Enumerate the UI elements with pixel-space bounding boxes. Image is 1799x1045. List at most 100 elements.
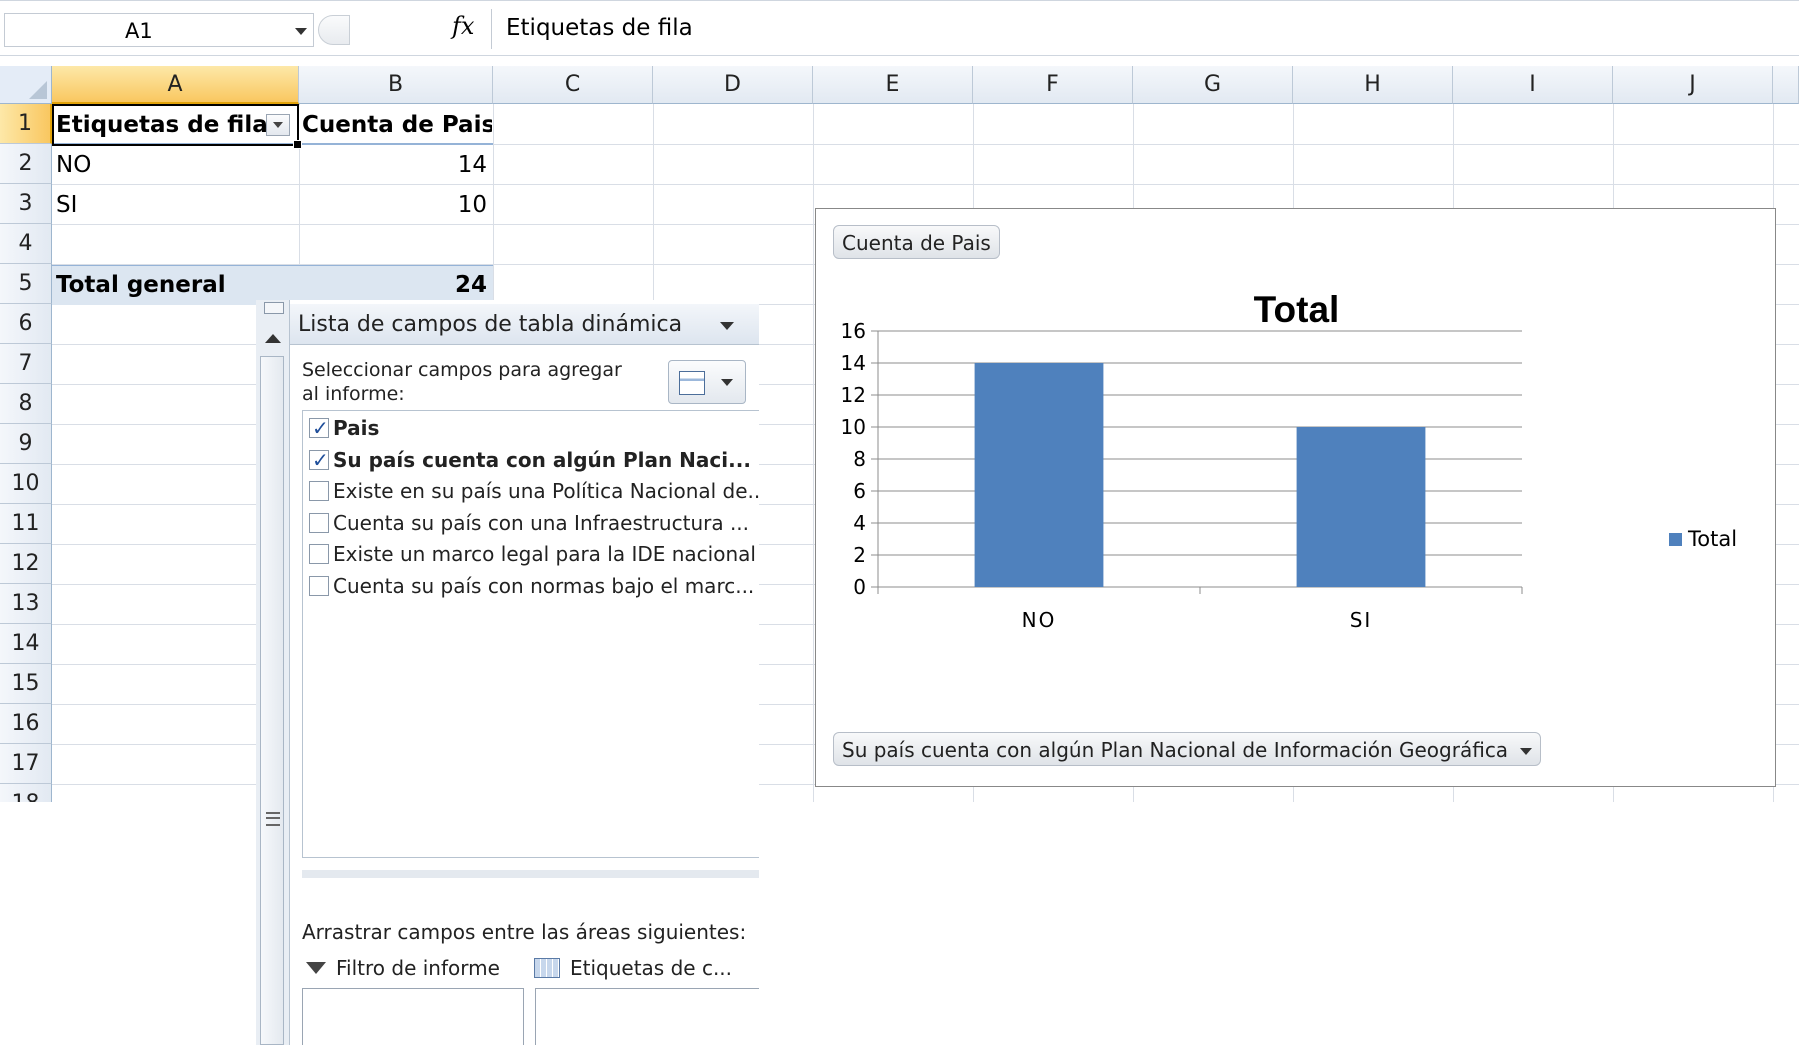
pivot-total-value[interactable]: 24 — [299, 265, 493, 305]
row-header-8[interactable]: 8 — [0, 384, 52, 424]
formula-bar-separator — [491, 9, 492, 49]
y-tick-label: 14 — [841, 351, 866, 375]
column-labels-label: Etiquetas de c... — [570, 956, 733, 980]
row-header-2[interactable]: 2 — [0, 144, 52, 184]
name-box-dropdown-icon[interactable] — [295, 28, 307, 35]
select-all-corner[interactable] — [0, 66, 52, 104]
insert-function-icon[interactable]: fx — [452, 12, 474, 40]
row-header-3[interactable]: 3 — [0, 184, 52, 224]
row-header-1[interactable]: 1 — [0, 104, 52, 144]
column-labels-area-label: Etiquetas de c... — [534, 956, 732, 980]
row-header-4[interactable]: 4 — [0, 224, 52, 264]
layout-icon — [679, 371, 705, 395]
field-item-plan-nacional[interactable]: Su país cuenta con algún Plan Naci... — [309, 445, 751, 475]
checkbox-plan-nacional[interactable] — [309, 445, 329, 475]
field-item-normas[interactable]: Cuenta su país con normas bajo el marc..… — [309, 571, 754, 601]
pivot-value-header[interactable]: Cuenta de Pais — [302, 105, 492, 145]
axis-field-dropdown-icon[interactable] — [1520, 748, 1533, 755]
active-cell-a1[interactable] — [52, 104, 302, 149]
field-label: Cuenta su país con una Infraestructura .… — [333, 511, 750, 535]
field-label: Existe en su país una Política Nacional … — [333, 479, 759, 503]
row-header-14[interactable]: 14 — [0, 624, 52, 664]
row-header-13[interactable]: 13 — [0, 584, 52, 624]
pane-scrollbar[interactable] — [256, 300, 290, 1045]
pivot-chart[interactable]: Cuenta de Pais Total 0 2 4 6 8 10 12 14 16 NO SI T… — [815, 208, 1776, 787]
column-header-g[interactable]: G — [1133, 66, 1293, 104]
column-header-b[interactable]: B — [299, 66, 493, 104]
row-header-10[interactable]: 10 — [0, 464, 52, 504]
chart-plot-area[interactable]: 0 2 4 6 8 10 12 14 16 NO SI — [816, 209, 1777, 788]
row-header-15[interactable]: 15 — [0, 664, 52, 704]
axis-field-button[interactable]: Su país cuenta con algún Plan Nacional d… — [833, 732, 1542, 766]
checkbox-pais[interactable] — [309, 413, 329, 443]
pane-grip-icon[interactable] — [264, 302, 284, 314]
pivot-total-label[interactable]: Total general — [56, 265, 296, 305]
column-labels-drop-zone[interactable] — [535, 988, 759, 1045]
row-header-9[interactable]: 9 — [0, 424, 52, 464]
pivot-row-label-si[interactable]: SI — [56, 185, 296, 225]
column-header-i[interactable]: I — [1453, 66, 1613, 104]
field-label: Pais — [333, 416, 380, 440]
y-tick-label: 16 — [841, 319, 866, 343]
row-header-16[interactable]: 16 — [0, 704, 52, 744]
x-tick-label: NO — [1022, 608, 1057, 632]
field-item-pais[interactable]: Pais — [309, 413, 379, 443]
axis-field-label: Su país cuenta con algún Plan Nacional d… — [842, 738, 1509, 762]
name-box[interactable]: A1 — [4, 13, 314, 47]
pane-splitter[interactable] — [302, 870, 759, 878]
column-header-a[interactable]: A — [52, 66, 299, 104]
row-header-18[interactable]: 18 — [0, 784, 52, 802]
column-header-f[interactable]: F — [973, 66, 1133, 104]
field-checkbox-list[interactable]: Pais Su país cuenta con algún Plan Naci.… — [302, 410, 759, 858]
row-header-5[interactable]: 5 — [0, 264, 52, 304]
row-header-7[interactable]: 7 — [0, 344, 52, 384]
pivot-value-no[interactable]: 14 — [299, 145, 493, 185]
column-header-e[interactable]: E — [813, 66, 973, 104]
field-item-infraestructura[interactable]: Cuenta su país con una Infraestructura .… — [309, 508, 749, 538]
row-header-6[interactable]: 6 — [0, 304, 52, 344]
name-box-value: A1 — [125, 19, 153, 43]
report-filter-area-label: Filtro de informe — [306, 956, 500, 980]
pivot-field-list-pane[interactable]: Lista de campos de tabla dinámica Selecc… — [256, 300, 759, 1045]
column-header-j[interactable]: J — [1613, 66, 1773, 104]
row-header-11[interactable]: 11 — [0, 504, 52, 544]
legend-label-total: Total — [1688, 527, 1738, 551]
bar-si — [1296, 427, 1426, 587]
field-list-menu-icon[interactable] — [720, 322, 734, 330]
pivot-row-label-no[interactable]: NO — [56, 145, 296, 185]
scroll-thumb[interactable] — [260, 356, 284, 1045]
bar-no — [974, 363, 1104, 587]
column-header-h[interactable]: H — [1293, 66, 1453, 104]
y-tick-label: 2 — [853, 543, 866, 567]
field-list-instructions: Seleccionar campos para agregar al infor… — [302, 359, 622, 405]
field-list-header[interactable]: Lista de campos de tabla dinámica — [290, 304, 759, 345]
report-filter-drop-zone[interactable] — [302, 988, 524, 1045]
y-tick-label: 8 — [853, 447, 866, 471]
field-item-marco-legal[interactable]: Existe un marco legal para la IDE nacion… — [309, 539, 756, 569]
checkbox-normas[interactable] — [309, 576, 329, 596]
field-list-layout-button[interactable] — [668, 360, 746, 404]
y-tick-label: 12 — [841, 383, 866, 407]
scroll-grip-lines-icon — [266, 812, 280, 826]
checkbox-marco-legal[interactable] — [309, 544, 329, 564]
row-header-12[interactable]: 12 — [0, 544, 52, 584]
report-filter-label: Filtro de informe — [336, 956, 500, 980]
gridline — [813, 104, 814, 802]
row-header-17[interactable]: 17 — [0, 744, 52, 784]
formula-input[interactable]: Etiquetas de fila — [506, 15, 693, 41]
column-header-k[interactable] — [1773, 66, 1799, 104]
chart-legend[interactable]: Total — [1669, 527, 1737, 551]
column-labels-icon — [534, 958, 560, 978]
column-header-d[interactable]: D — [653, 66, 813, 104]
field-item-politica-nacional[interactable]: Existe en su país una Política Nacional … — [309, 476, 759, 506]
x-tick-label: SI — [1350, 608, 1373, 632]
checkbox-infraestructura[interactable] — [309, 513, 329, 533]
y-tick-label: 0 — [853, 575, 866, 599]
formula-bar-expand-button[interactable] — [318, 15, 350, 45]
column-header-c[interactable]: C — [493, 66, 653, 104]
scroll-up-icon[interactable] — [265, 334, 281, 343]
filter-funnel-icon — [306, 962, 326, 974]
y-tick-label: 10 — [841, 415, 866, 439]
checkbox-politica-nacional[interactable] — [309, 481, 329, 501]
pivot-value-si[interactable]: 10 — [299, 185, 493, 225]
